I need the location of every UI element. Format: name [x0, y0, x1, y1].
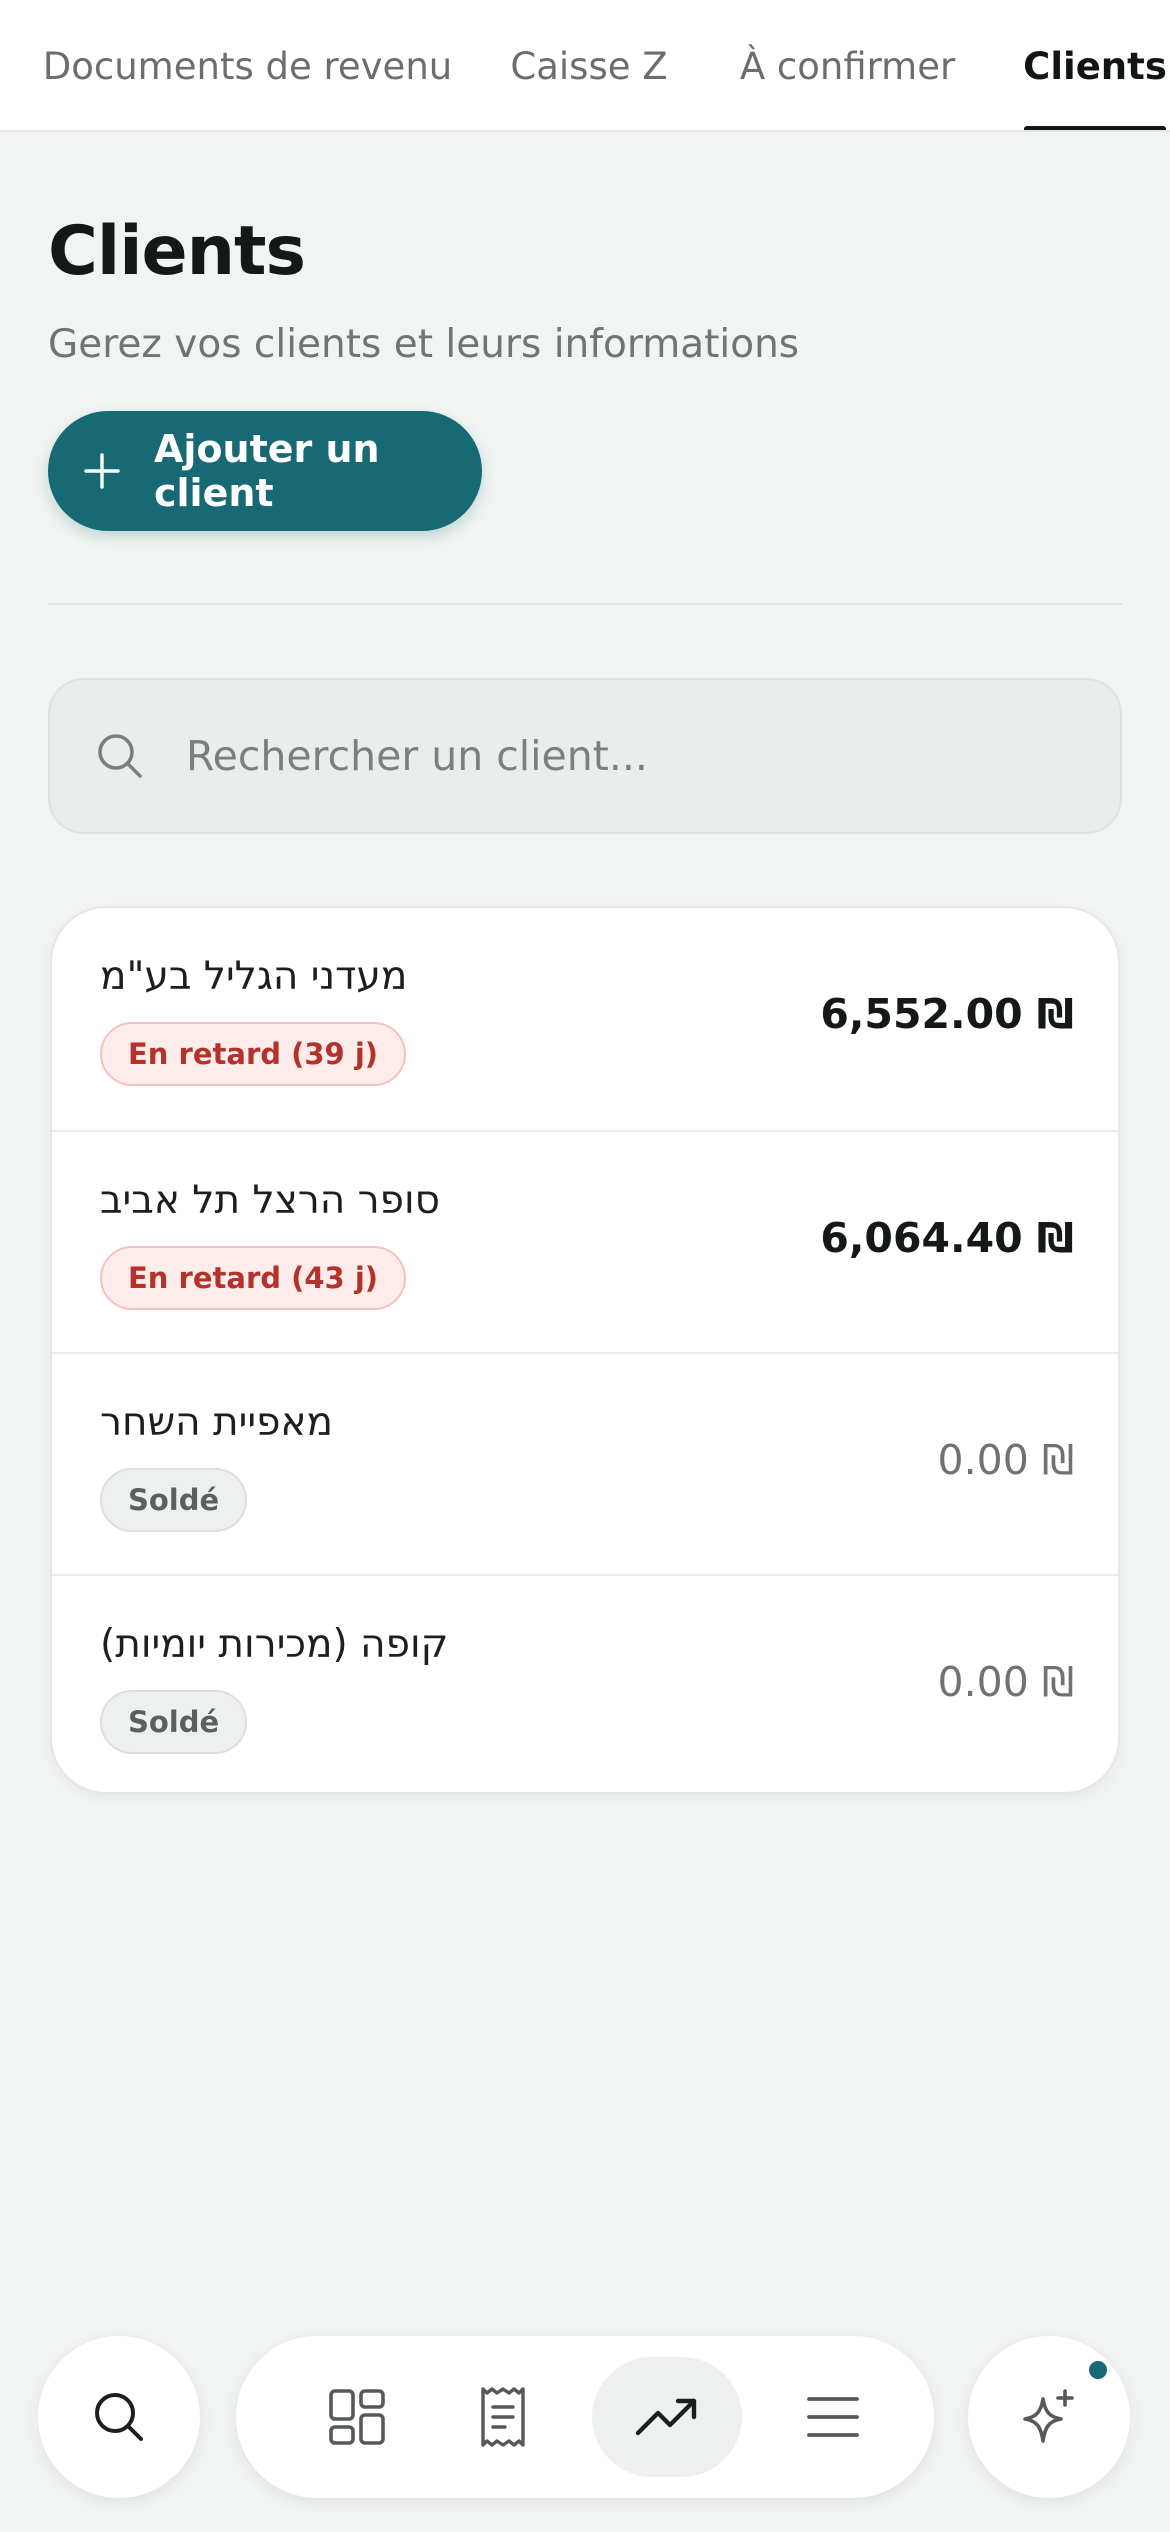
client-balance: 6,552.00 ₪: [820, 990, 1074, 1038]
client-name: קופה (מכירות יומיות): [100, 1622, 449, 1667]
search-icon: [95, 2393, 143, 2441]
top-tab-bar: Documents de revenu Caisse Z À confirmer…: [0, 0, 1170, 132]
ai-assistant-button[interactable]: [968, 2336, 1130, 2498]
tab-a-confirmer[interactable]: À confirmer: [740, 0, 955, 130]
search-icon: [98, 734, 142, 778]
menu-icon: [807, 2397, 859, 2437]
client-balance: 6,064.40 ₪: [820, 1214, 1074, 1262]
plus-icon: [84, 453, 120, 489]
tab-clients[interactable]: Clients: [1023, 0, 1167, 130]
add-client-button[interactable]: Ajouter un client: [48, 411, 482, 531]
divider: [48, 603, 1122, 605]
client-row[interactable]: מעדני הגליל בע"מ En retard (39 j) 6,552.…: [52, 908, 1118, 1130]
receipt-icon: [481, 2387, 525, 2447]
add-client-label: Ajouter un client: [154, 427, 380, 515]
status-badge: En retard (43 j): [100, 1246, 407, 1310]
client-balance: 0.00 ₪: [937, 1436, 1074, 1484]
status-badge: En retard (39 j): [100, 1022, 407, 1086]
trending-up-icon: [635, 2398, 697, 2436]
tab-documents-de-revenu[interactable]: Documents de revenu: [43, 0, 452, 130]
nav-search-button[interactable]: [38, 2336, 200, 2498]
page-subtitle: Gerez vos clients et leurs informations: [48, 322, 800, 367]
client-row[interactable]: סופר הרצל תל אביב En retard (43 j) 6,064…: [52, 1130, 1118, 1352]
client-name: סופר הרצל תל אביב: [100, 1178, 440, 1223]
page-title: Clients: [48, 212, 306, 291]
bottom-nav: [236, 2336, 934, 2498]
client-row[interactable]: מאפיית השחר Soldé 0.00 ₪: [52, 1352, 1118, 1574]
nav-dashboard[interactable]: [282, 2357, 432, 2477]
client-name: מעדני הגליל בע"מ: [100, 954, 408, 999]
status-badge: Soldé: [100, 1690, 248, 1754]
client-list: מעדני הגליל בע"מ En retard (39 j) 6,552.…: [50, 906, 1120, 1794]
sparkles-icon: [1023, 2389, 1074, 2443]
nav-menu[interactable]: [758, 2357, 908, 2477]
nav-analytics[interactable]: [592, 2357, 742, 2477]
dashboard-icon: [329, 2389, 385, 2445]
nav-receipts[interactable]: [428, 2357, 578, 2477]
notification-dot: [1089, 2361, 1107, 2379]
client-balance: 0.00 ₪: [937, 1658, 1074, 1706]
search-input[interactable]: [186, 732, 1046, 780]
search-field[interactable]: [48, 678, 1122, 834]
client-row[interactable]: קופה (מכירות יומיות) Soldé 0.00 ₪: [52, 1574, 1118, 1792]
tab-caisse-z[interactable]: Caisse Z: [510, 0, 667, 130]
client-name: מאפיית השחר: [100, 1400, 333, 1445]
status-badge: Soldé: [100, 1468, 248, 1532]
